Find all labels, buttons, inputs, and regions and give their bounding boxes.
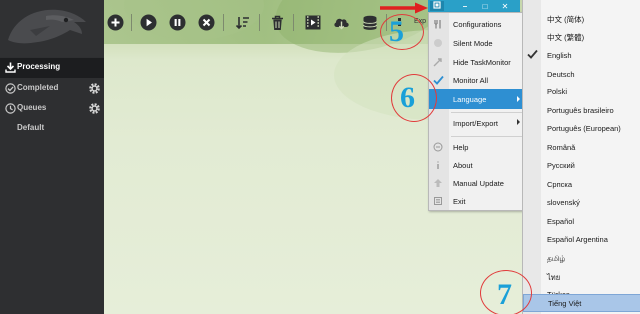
language-item[interactable]: 中文 (繁體) (523, 27, 640, 45)
language-item-selected[interactable]: English (523, 46, 640, 64)
add-icon (107, 14, 124, 31)
menu-item-monitor-all[interactable]: Monitor All (429, 71, 527, 89)
sidebar-item-queues[interactable]: Queues (0, 99, 104, 118)
menu-item-silent-mode[interactable]: Silent Mode (429, 34, 527, 52)
stop-icon (198, 14, 215, 31)
maximize-button[interactable]: □ (478, 1, 492, 11)
sidebar-item-default[interactable]: Default (0, 119, 104, 138)
menu-item-configurations[interactable]: Configurations (429, 15, 527, 33)
stop-button[interactable] (197, 13, 216, 32)
annotation-number-5: 5 (389, 15, 404, 48)
language-item[interactable]: Español (523, 212, 640, 230)
menu-separator (451, 136, 525, 137)
sidebar-item-label: Default (17, 123, 45, 132)
wrench-icon (432, 18, 444, 30)
minimize-button[interactable]: – (458, 1, 472, 11)
language-item-highlighted[interactable]: Tiếng Việt (523, 294, 640, 312)
language-item[interactable]: Português brasileiro (523, 101, 640, 119)
sidebar: Processing Completed Queues Default (0, 0, 104, 314)
add-button[interactable] (106, 13, 125, 32)
cloud-download-button[interactable] (332, 13, 351, 32)
language-item[interactable]: Português (European) (523, 119, 640, 137)
sidebar-item-completed[interactable]: Completed (0, 79, 104, 98)
info-icon (432, 159, 444, 171)
language-item[interactable]: Español Argentina (523, 230, 640, 248)
toolbar-separator (293, 14, 294, 31)
pause-button[interactable] (168, 13, 187, 32)
check-icon (527, 49, 539, 61)
window-menu-icon (433, 1, 441, 11)
eagle-logo (0, 0, 104, 57)
language-item[interactable]: Српска (523, 175, 640, 193)
language-item[interactable]: தமிழ் (523, 249, 640, 267)
gear-icon[interactable] (88, 82, 101, 95)
menu-item-about[interactable]: About (429, 156, 527, 174)
language-item[interactable]: 中文 (简体) (523, 9, 640, 27)
menu-item-import-export[interactable]: Import/Export (429, 114, 527, 132)
sidebar-item-label: Queues (17, 103, 47, 112)
language-item[interactable]: Русский (523, 156, 640, 174)
sidebar-item-processing[interactable]: Processing (0, 58, 104, 78)
menu-item-exit[interactable]: Exit (429, 192, 527, 210)
download-icon (4, 61, 16, 73)
close-icon: ✕ (501, 1, 509, 11)
red-arrow-icon (378, 2, 430, 16)
minimize-icon: – (462, 1, 468, 11)
database-icon (362, 15, 378, 31)
language-item[interactable]: Polski (523, 82, 640, 100)
toolbar-separator (223, 14, 224, 31)
maximize-icon: □ (482, 1, 488, 11)
window-menu-button[interactable] (430, 1, 444, 11)
sort-icon (235, 15, 250, 30)
check-circle-icon (4, 82, 16, 94)
clock-icon (4, 102, 16, 114)
language-item[interactable]: Deutsch (523, 65, 640, 83)
help-icon (432, 141, 444, 153)
sidebar-item-label: Processing (17, 62, 61, 71)
check-icon (432, 74, 444, 86)
toolbar-separator (259, 14, 260, 31)
context-menu: Configurations Silent Mode Hide TaskMoni… (428, 12, 528, 211)
up-arrow-icon (432, 177, 444, 189)
start-button[interactable] (139, 13, 158, 32)
menu-item-help[interactable]: Help (429, 138, 527, 156)
window-titlebar-buttons: – □ ✕ (428, 0, 520, 12)
trash-icon (270, 15, 285, 31)
language-item[interactable]: slovenský (523, 193, 640, 211)
sort-button[interactable] (233, 13, 252, 32)
video-button[interactable] (303, 13, 322, 32)
menu-item-language[interactable]: Language (429, 89, 527, 109)
annotation-number-6: 6 (400, 81, 415, 114)
play-icon (140, 14, 157, 31)
sidebar-item-label: Completed (17, 83, 59, 92)
video-icon (305, 15, 321, 30)
close-button[interactable]: ✕ (498, 1, 512, 11)
submenu-arrow-icon (517, 96, 520, 102)
language-submenu: 中文 (简体) 中文 (繁體) English Deutsch Polski P… (522, 0, 640, 314)
submenu-arrow-icon (517, 119, 520, 125)
language-item[interactable]: ไทย (523, 267, 640, 285)
menu-separator (451, 112, 525, 113)
gear-icon[interactable] (88, 102, 101, 115)
annotation-number-7: 7 (497, 278, 512, 311)
mute-icon (432, 37, 444, 49)
menu-item-manual-update[interactable]: Manual Update (429, 174, 527, 192)
exit-icon (432, 195, 444, 207)
cloud-download-icon (333, 16, 350, 30)
pause-icon (169, 14, 186, 31)
menu-item-hide-taskmonitor[interactable]: Hide TaskMonitor (429, 53, 527, 71)
database-button[interactable] (360, 13, 379, 32)
toolbar-separator (131, 14, 132, 31)
delete-button[interactable] (268, 13, 287, 32)
language-item[interactable]: Română (523, 138, 640, 156)
hide-icon (432, 56, 444, 68)
